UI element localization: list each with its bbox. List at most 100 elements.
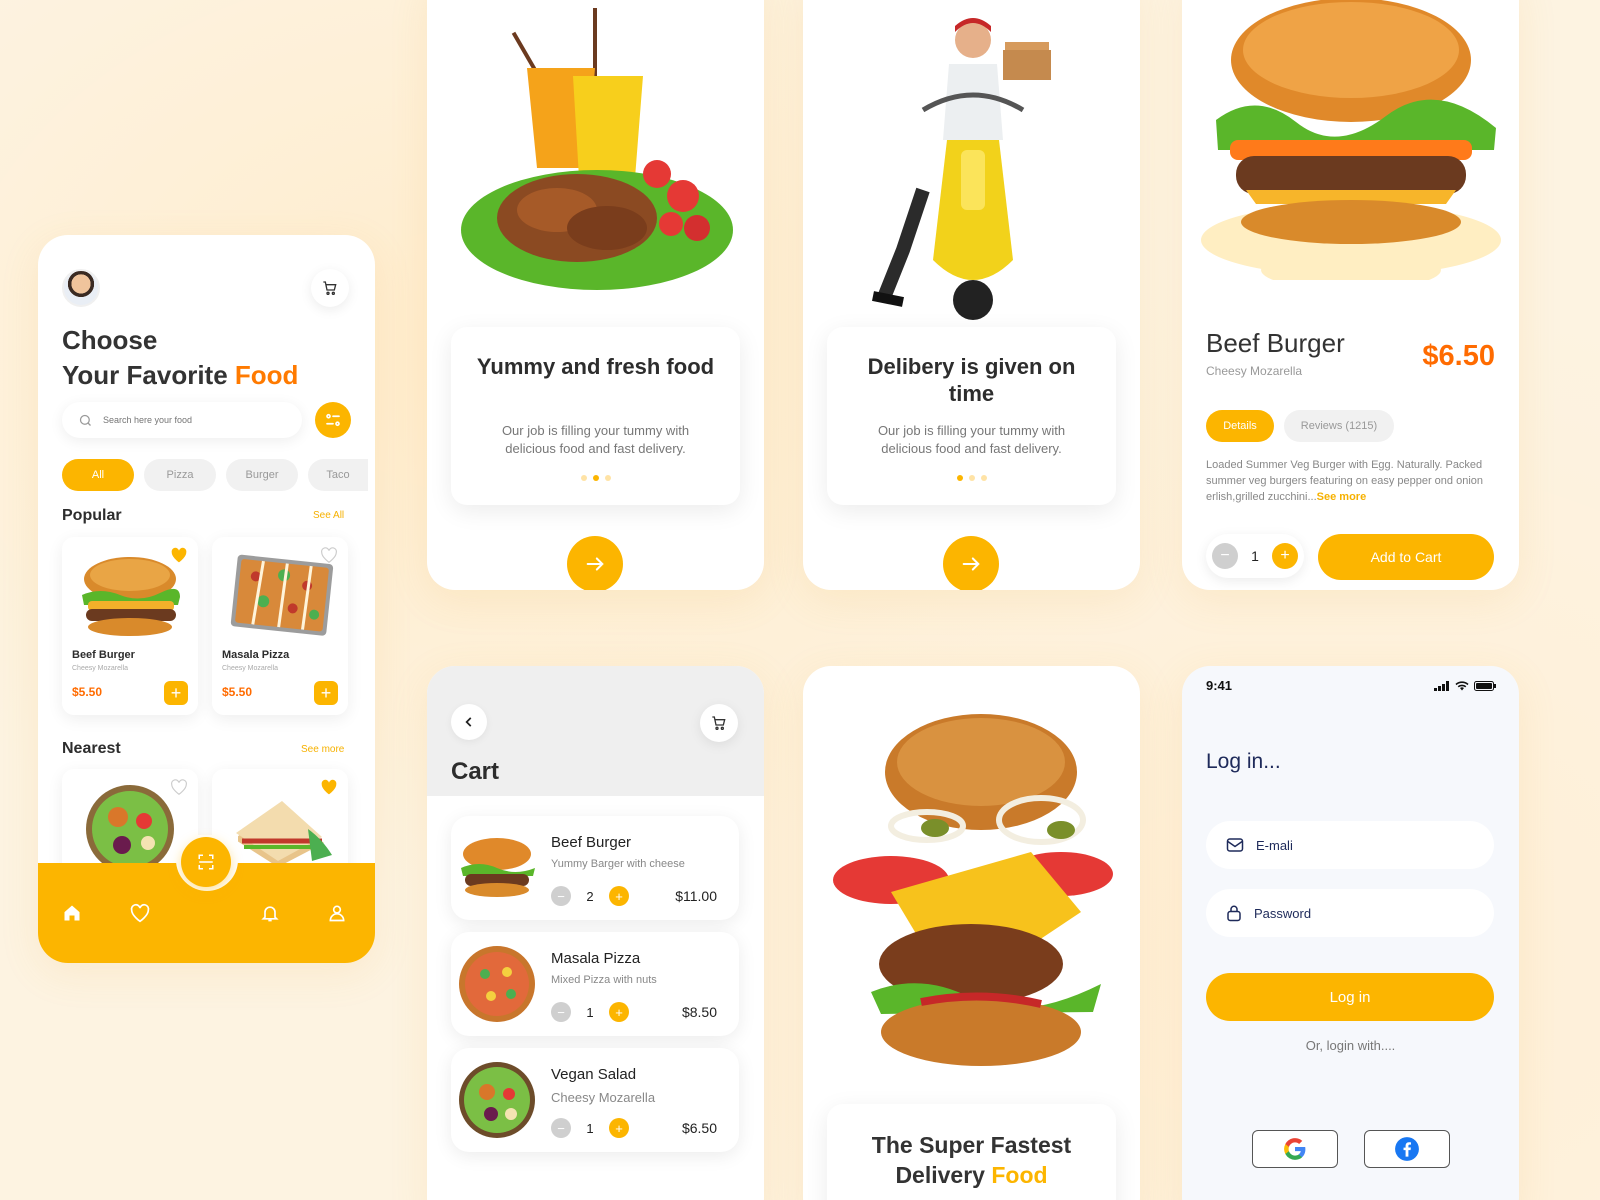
cart-button[interactable] xyxy=(700,704,738,742)
onboarding-body: Our job is filling your tummy with delic… xyxy=(501,423,690,456)
or-login-with-text: Or, login with.... xyxy=(1305,1038,1396,1053)
product-name: Beef Burger xyxy=(1206,328,1345,358)
chip-all[interactable]: All xyxy=(62,459,134,491)
heart-outline-icon[interactable] xyxy=(170,779,188,795)
product-subtitle: Cheesy Mozarella xyxy=(1206,364,1303,378)
quantity-stepper: − 1 + xyxy=(1206,534,1304,578)
item-price: $11.00 xyxy=(675,888,717,904)
favorites-icon[interactable] xyxy=(130,903,150,923)
tab-details[interactable]: Details xyxy=(1206,410,1274,442)
decrement-button[interactable]: − xyxy=(1212,543,1238,569)
next-button[interactable] xyxy=(567,536,623,590)
scan-icon xyxy=(198,854,214,870)
page-dot[interactable] xyxy=(968,475,975,481)
popular-heading: Popular xyxy=(62,507,122,524)
login-button[interactable]: Log in xyxy=(1206,973,1494,1021)
page-title: Log in... xyxy=(1206,750,1281,773)
password-input[interactable] xyxy=(1254,905,1454,921)
arrow-right-icon xyxy=(586,557,604,571)
page-dot-active[interactable] xyxy=(592,475,599,481)
add-button[interactable]: + xyxy=(164,681,188,705)
status-bar: 9:41 xyxy=(1206,678,1496,693)
increment-button[interactable]: + xyxy=(609,886,629,906)
scan-button[interactable] xyxy=(181,837,231,887)
page-dot[interactable] xyxy=(980,475,987,481)
item-name: Masala Pizza xyxy=(551,950,641,967)
filter-button[interactable] xyxy=(315,402,351,438)
chip-taco[interactable]: Taco xyxy=(308,459,368,491)
heart-icon[interactable] xyxy=(320,779,338,795)
page-title: Cart xyxy=(451,758,500,785)
popular-card-beef-burger[interactable]: Beef Burger Cheesy Mozarella $5.50 + xyxy=(62,537,198,715)
bell-icon[interactable] xyxy=(260,903,280,923)
burger-thumb-image xyxy=(461,838,535,897)
decrement-button[interactable]: − xyxy=(551,886,571,906)
cart-item[interactable]: Masala Pizza Mixed Pizza with nuts − 1 +… xyxy=(451,932,739,1036)
email-field[interactable] xyxy=(1206,821,1494,869)
page-dot[interactable] xyxy=(580,475,587,481)
cart-item[interactable]: Beef Burger Yummy Barger with cheese − 2… xyxy=(451,816,739,920)
see-all-link[interactable]: See All xyxy=(313,510,344,521)
decrement-button[interactable]: − xyxy=(551,1002,571,1022)
onboarding-title: Yummy and fresh food xyxy=(476,354,715,379)
product-detail-screen: Beef Burger Cheesy Mozarella $6.50 Detai… xyxy=(1182,0,1519,590)
home-icon[interactable] xyxy=(62,903,82,923)
filter-icon xyxy=(326,413,340,427)
page-dot-active[interactable] xyxy=(956,475,963,481)
decrement-button[interactable]: − xyxy=(551,1118,571,1138)
see-more-link[interactable]: See more xyxy=(301,744,344,755)
chip-burger[interactable]: Burger xyxy=(226,459,298,491)
cart-icon xyxy=(712,716,726,730)
quantity-value: 1 xyxy=(1251,548,1259,564)
back-button[interactable] xyxy=(451,704,487,740)
onboarding-body: Our job is filling your tummy with delic… xyxy=(877,423,1066,456)
cart-button[interactable] xyxy=(311,269,349,307)
increment-button[interactable]: + xyxy=(609,1002,629,1022)
bottom-nav xyxy=(38,835,375,963)
increment-button[interactable]: + xyxy=(1271,543,1298,569)
cart-icon xyxy=(323,281,337,295)
item-desc: Cheesy Mozarella xyxy=(551,1090,656,1105)
email-input[interactable] xyxy=(1256,837,1456,853)
page-indicator xyxy=(451,475,740,481)
add-button[interactable]: + xyxy=(314,681,338,705)
food-name: Masala Pizza xyxy=(222,649,290,661)
quantity-value: 2 xyxy=(586,888,594,904)
chevron-left-icon xyxy=(465,717,472,727)
popular-card-masala-pizza[interactable]: Masala Pizza Cheesy Mozarella $5.50 + xyxy=(212,537,348,715)
cart-item[interactable]: Vegan Salad Cheesy Mozarella − 1 + $6.50 xyxy=(451,1048,739,1152)
food-sub: Cheesy Mozarella xyxy=(72,665,129,672)
wifi-icon xyxy=(1455,680,1469,690)
product-price: $6.50 xyxy=(1422,340,1495,372)
password-field[interactable] xyxy=(1206,889,1494,937)
delivery-scooter-image xyxy=(872,18,1051,320)
lock-icon xyxy=(1227,905,1241,922)
quantity-value: 1 xyxy=(586,1120,594,1136)
quantity-value: 1 xyxy=(586,1004,594,1020)
item-name: Beef Burger xyxy=(551,834,632,851)
google-login-button[interactable] xyxy=(1252,1130,1338,1168)
chip-pizza[interactable]: Pizza xyxy=(144,459,216,491)
mail-icon xyxy=(1226,838,1244,852)
next-button[interactable] xyxy=(943,536,999,590)
heart-outline-icon[interactable] xyxy=(320,547,338,563)
avatar[interactable] xyxy=(62,269,100,307)
category-chips: All Pizza Burger Taco xyxy=(62,459,368,491)
status-time: 9:41 xyxy=(1206,678,1233,693)
facebook-login-button[interactable] xyxy=(1364,1130,1450,1168)
search-input[interactable] xyxy=(103,415,283,425)
increment-button[interactable]: + xyxy=(609,1118,629,1138)
facebook-icon xyxy=(1395,1137,1419,1161)
pizza-thumb-image xyxy=(459,946,535,1022)
add-to-cart-button[interactable]: Add to Cart xyxy=(1318,534,1494,580)
profile-icon[interactable] xyxy=(327,903,347,923)
search-bar[interactable] xyxy=(62,402,302,438)
heart-icon[interactable] xyxy=(170,547,188,563)
tab-reviews[interactable]: Reviews (1215) xyxy=(1284,410,1394,442)
item-price: $6.50 xyxy=(681,1120,717,1136)
chicken-drinks-image xyxy=(461,8,733,290)
page-dot[interactable] xyxy=(604,475,611,481)
salad-thumb-image xyxy=(459,1062,535,1138)
see-more-link[interactable]: See more xyxy=(1317,491,1367,503)
item-price: $8.50 xyxy=(681,1004,717,1020)
